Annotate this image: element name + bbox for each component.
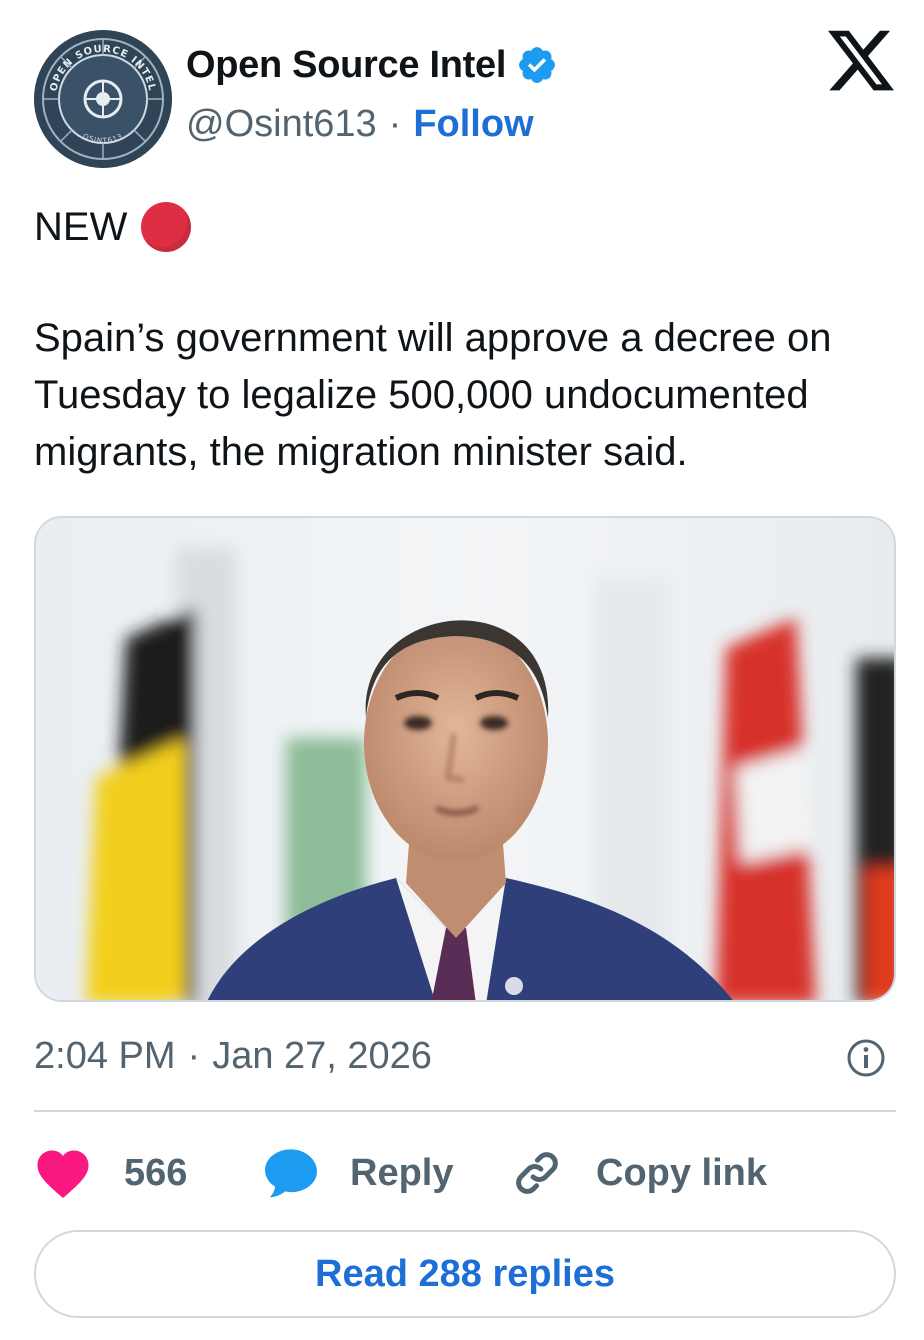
copy-link-button[interactable]: Copy link — [508, 1140, 767, 1206]
link-icon — [516, 1152, 558, 1194]
tweet-text: Spain’s government will approve a decree… — [34, 316, 832, 474]
author-name-row: Open Source Intel — [186, 40, 558, 90]
avatar-emblem-icon: OPEN SOURCE INTEL OSINT613 — [34, 30, 172, 168]
photo-illustration — [36, 518, 894, 1000]
read-replies-button[interactable]: Read 288 replies — [34, 1230, 896, 1318]
x-logo-icon[interactable] — [828, 30, 894, 92]
info-icon[interactable] — [846, 1038, 886, 1078]
copy-link-label: Copy link — [596, 1151, 768, 1194]
author-avatar[interactable]: OPEN SOURCE INTEL OSINT613 — [34, 30, 172, 168]
action-bar: 566 Reply Copy link — [34, 1140, 896, 1206]
reply-button[interactable]: Reply — [262, 1140, 453, 1206]
heart-icon — [37, 1150, 89, 1199]
author-handle[interactable]: @Osint613 — [186, 103, 377, 146]
tweet-timestamp[interactable]: 2:04 PM · Jan 27, 2026 — [34, 1032, 432, 1080]
red-circle-icon — [141, 202, 192, 252]
author-name[interactable]: Open Source Intel — [186, 44, 506, 87]
timestamp-separator: · — [187, 1034, 201, 1077]
tweet-date: Jan 27, 2026 — [212, 1034, 432, 1077]
reply-label: Reply — [350, 1151, 454, 1194]
tweet-media-image[interactable] — [34, 516, 896, 1002]
divider — [34, 1110, 896, 1112]
author-handle-row: @Osint613 · Follow — [186, 100, 534, 148]
like-count: 566 — [124, 1151, 188, 1194]
tweet-tag-row: NEW — [34, 200, 192, 254]
reply-bubble-icon — [265, 1149, 317, 1198]
handle-separator: · — [388, 102, 402, 145]
follow-button[interactable]: Follow — [413, 103, 533, 146]
like-button[interactable]: 566 — [34, 1140, 187, 1206]
tweet-tag: NEW — [34, 204, 128, 249]
tweet-time: 2:04 PM — [34, 1034, 176, 1077]
verified-badge-icon — [519, 47, 556, 83]
